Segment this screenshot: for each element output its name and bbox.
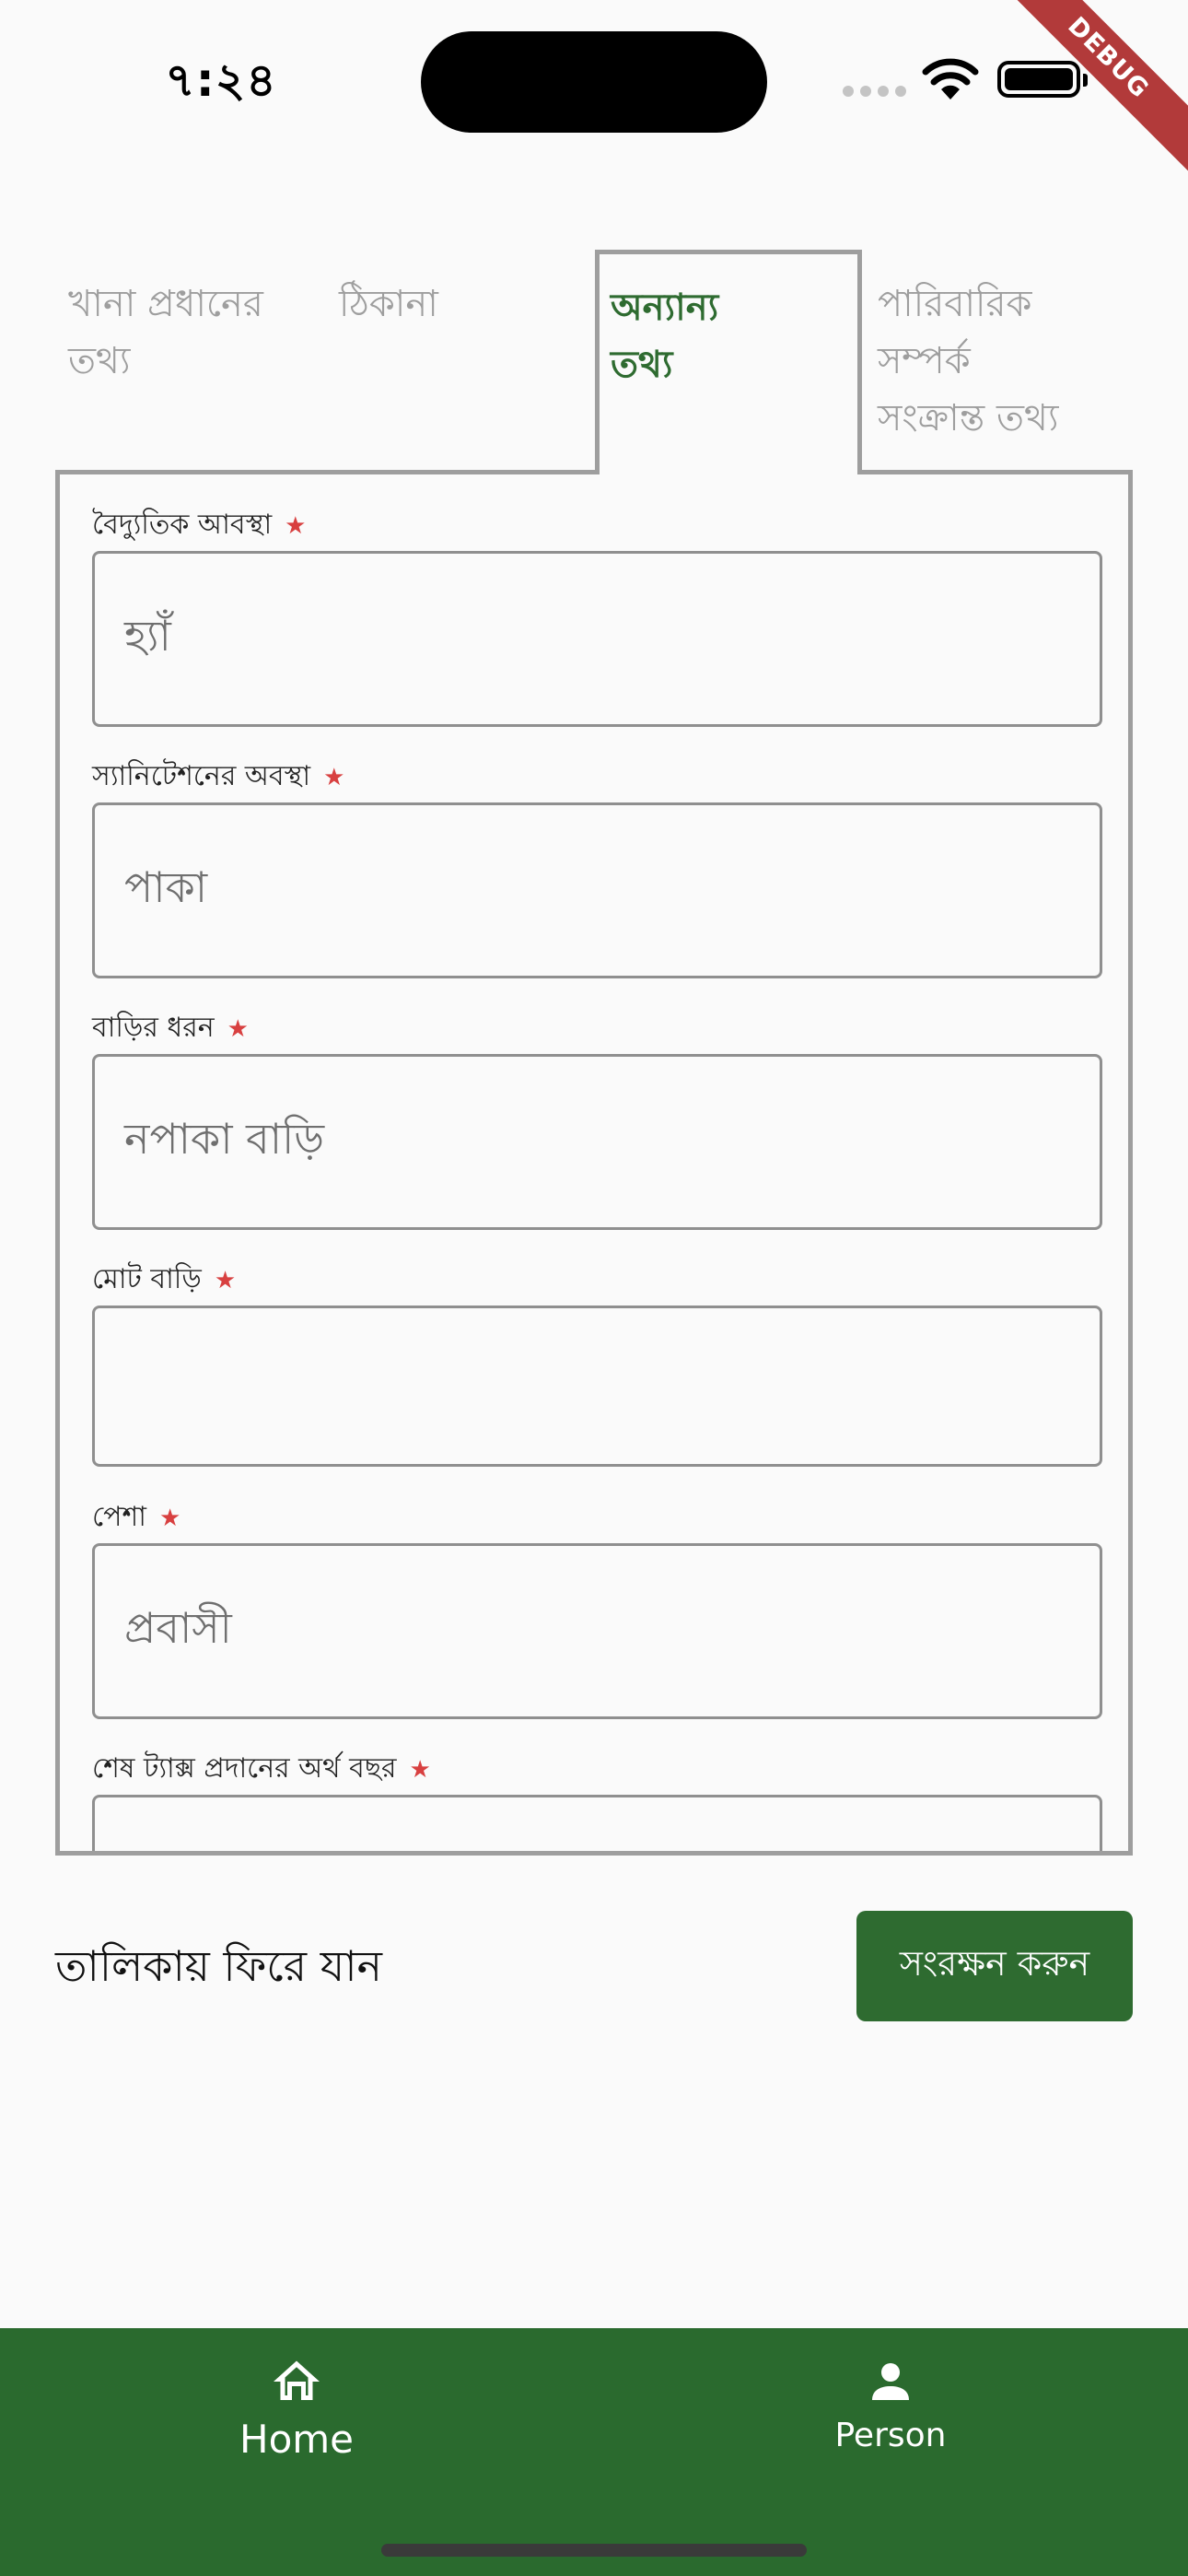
electricity-field[interactable]: হ্যাঁ <box>92 551 1102 727</box>
required-star-icon: ★ <box>214 1267 237 1294</box>
required-star-icon: ★ <box>227 1015 249 1043</box>
wifi-icon <box>922 58 979 100</box>
field-label-house-type: বাড়ির ধরন ★ <box>92 1005 249 1052</box>
required-star-icon: ★ <box>409 1756 431 1784</box>
field-value: প্রবাসী <box>124 1602 232 1653</box>
tab-label-line: সম্পর্ক <box>878 340 971 382</box>
form-panel: বৈদ্যুতিক আবস্থা ★ হ্যাঁ স্যানিটেশনের অবস… <box>55 470 1133 1856</box>
field-label-last-tax-year: শেষ ট্যাক্স প্রদানের অর্থ বছর ★ <box>92 1746 431 1793</box>
field-label-electricity: বৈদ্যুতিক আবস্থা ★ <box>92 502 306 549</box>
sanitation-field[interactable]: পাকা <box>92 802 1102 978</box>
last-tax-year-field[interactable] <box>92 1795 1102 1851</box>
save-button[interactable]: সংরক্ষন করুন <box>856 1911 1133 2021</box>
field-label-occupation: পেশা ★ <box>92 1494 181 1541</box>
tab-household-head-info[interactable]: খানা প্রধানের তথ্য <box>68 275 263 390</box>
person-icon <box>872 2363 909 2400</box>
tab-label-line: খানা প্রধানের <box>68 283 263 325</box>
field-label-text: মোট বাড়ি <box>92 1263 202 1295</box>
back-to-list-link[interactable]: তালিকায় ফিরে যান <box>55 1935 382 2005</box>
required-star-icon: ★ <box>323 764 345 791</box>
field-label-text: পেশা <box>92 1501 146 1533</box>
nav-label: Home <box>239 2417 355 2462</box>
status-time: ৭:২৪ <box>165 53 277 107</box>
tab-label-line: ঠিকানা <box>339 283 438 325</box>
tab-other-info[interactable]: অন্যান্য তথ্য <box>611 279 718 393</box>
field-value: নপাকা বাড়ি <box>124 1113 325 1164</box>
nav-label: Person <box>834 2417 947 2454</box>
field-label-text: স্যানিটেশনের অবস্থা <box>92 760 311 792</box>
required-star-icon: ★ <box>159 1505 181 1532</box>
field-label-text: শেষ ট্যাক্স প্রদানের অর্থ বছর <box>92 1752 397 1785</box>
cellular-signal-icon <box>843 86 906 97</box>
house-type-field[interactable]: নপাকা বাড়ি <box>92 1054 1102 1230</box>
field-label-text: বৈদ্যুতিক আবস্থা <box>92 509 273 541</box>
tab-address[interactable]: ঠিকানা <box>339 275 438 333</box>
field-label-text: বাড়ির ধরন <box>92 1012 215 1044</box>
bottom-navigation: Home Person <box>0 2328 1188 2576</box>
field-label-sanitation: স্যানিটেশনের অবস্থা ★ <box>92 754 344 801</box>
tab-label-line: তথ্য <box>68 340 131 382</box>
field-value: হ্যাঁ <box>124 610 171 661</box>
home-icon <box>274 2360 320 2400</box>
nav-item-home[interactable]: Home <box>158 2354 435 2462</box>
dynamic-island <box>421 31 767 133</box>
field-label-total-houses: মোট বাড়ি ★ <box>92 1257 236 1304</box>
required-star-icon: ★ <box>285 512 307 540</box>
tab-label-line: পারিবারিক <box>878 283 1032 325</box>
nav-item-person[interactable]: Person <box>752 2354 1029 2454</box>
active-tab-connector <box>600 465 857 476</box>
tab-family-relation-info[interactable]: পারিবারিক সম্পর্ক সংক্রান্ত তথ্য <box>878 275 1059 447</box>
battery-icon <box>997 61 1088 98</box>
tab-label-line: অন্যান্য <box>611 287 719 329</box>
field-value: পাকা <box>124 861 208 912</box>
total-houses-input[interactable] <box>92 1306 1102 1467</box>
tab-label-line: সংক্রান্ত তথ্য <box>878 397 1059 439</box>
home-indicator <box>381 2544 807 2557</box>
tab-label-line: তথ্য <box>611 344 673 386</box>
occupation-field[interactable]: প্রবাসী <box>92 1543 1102 1719</box>
